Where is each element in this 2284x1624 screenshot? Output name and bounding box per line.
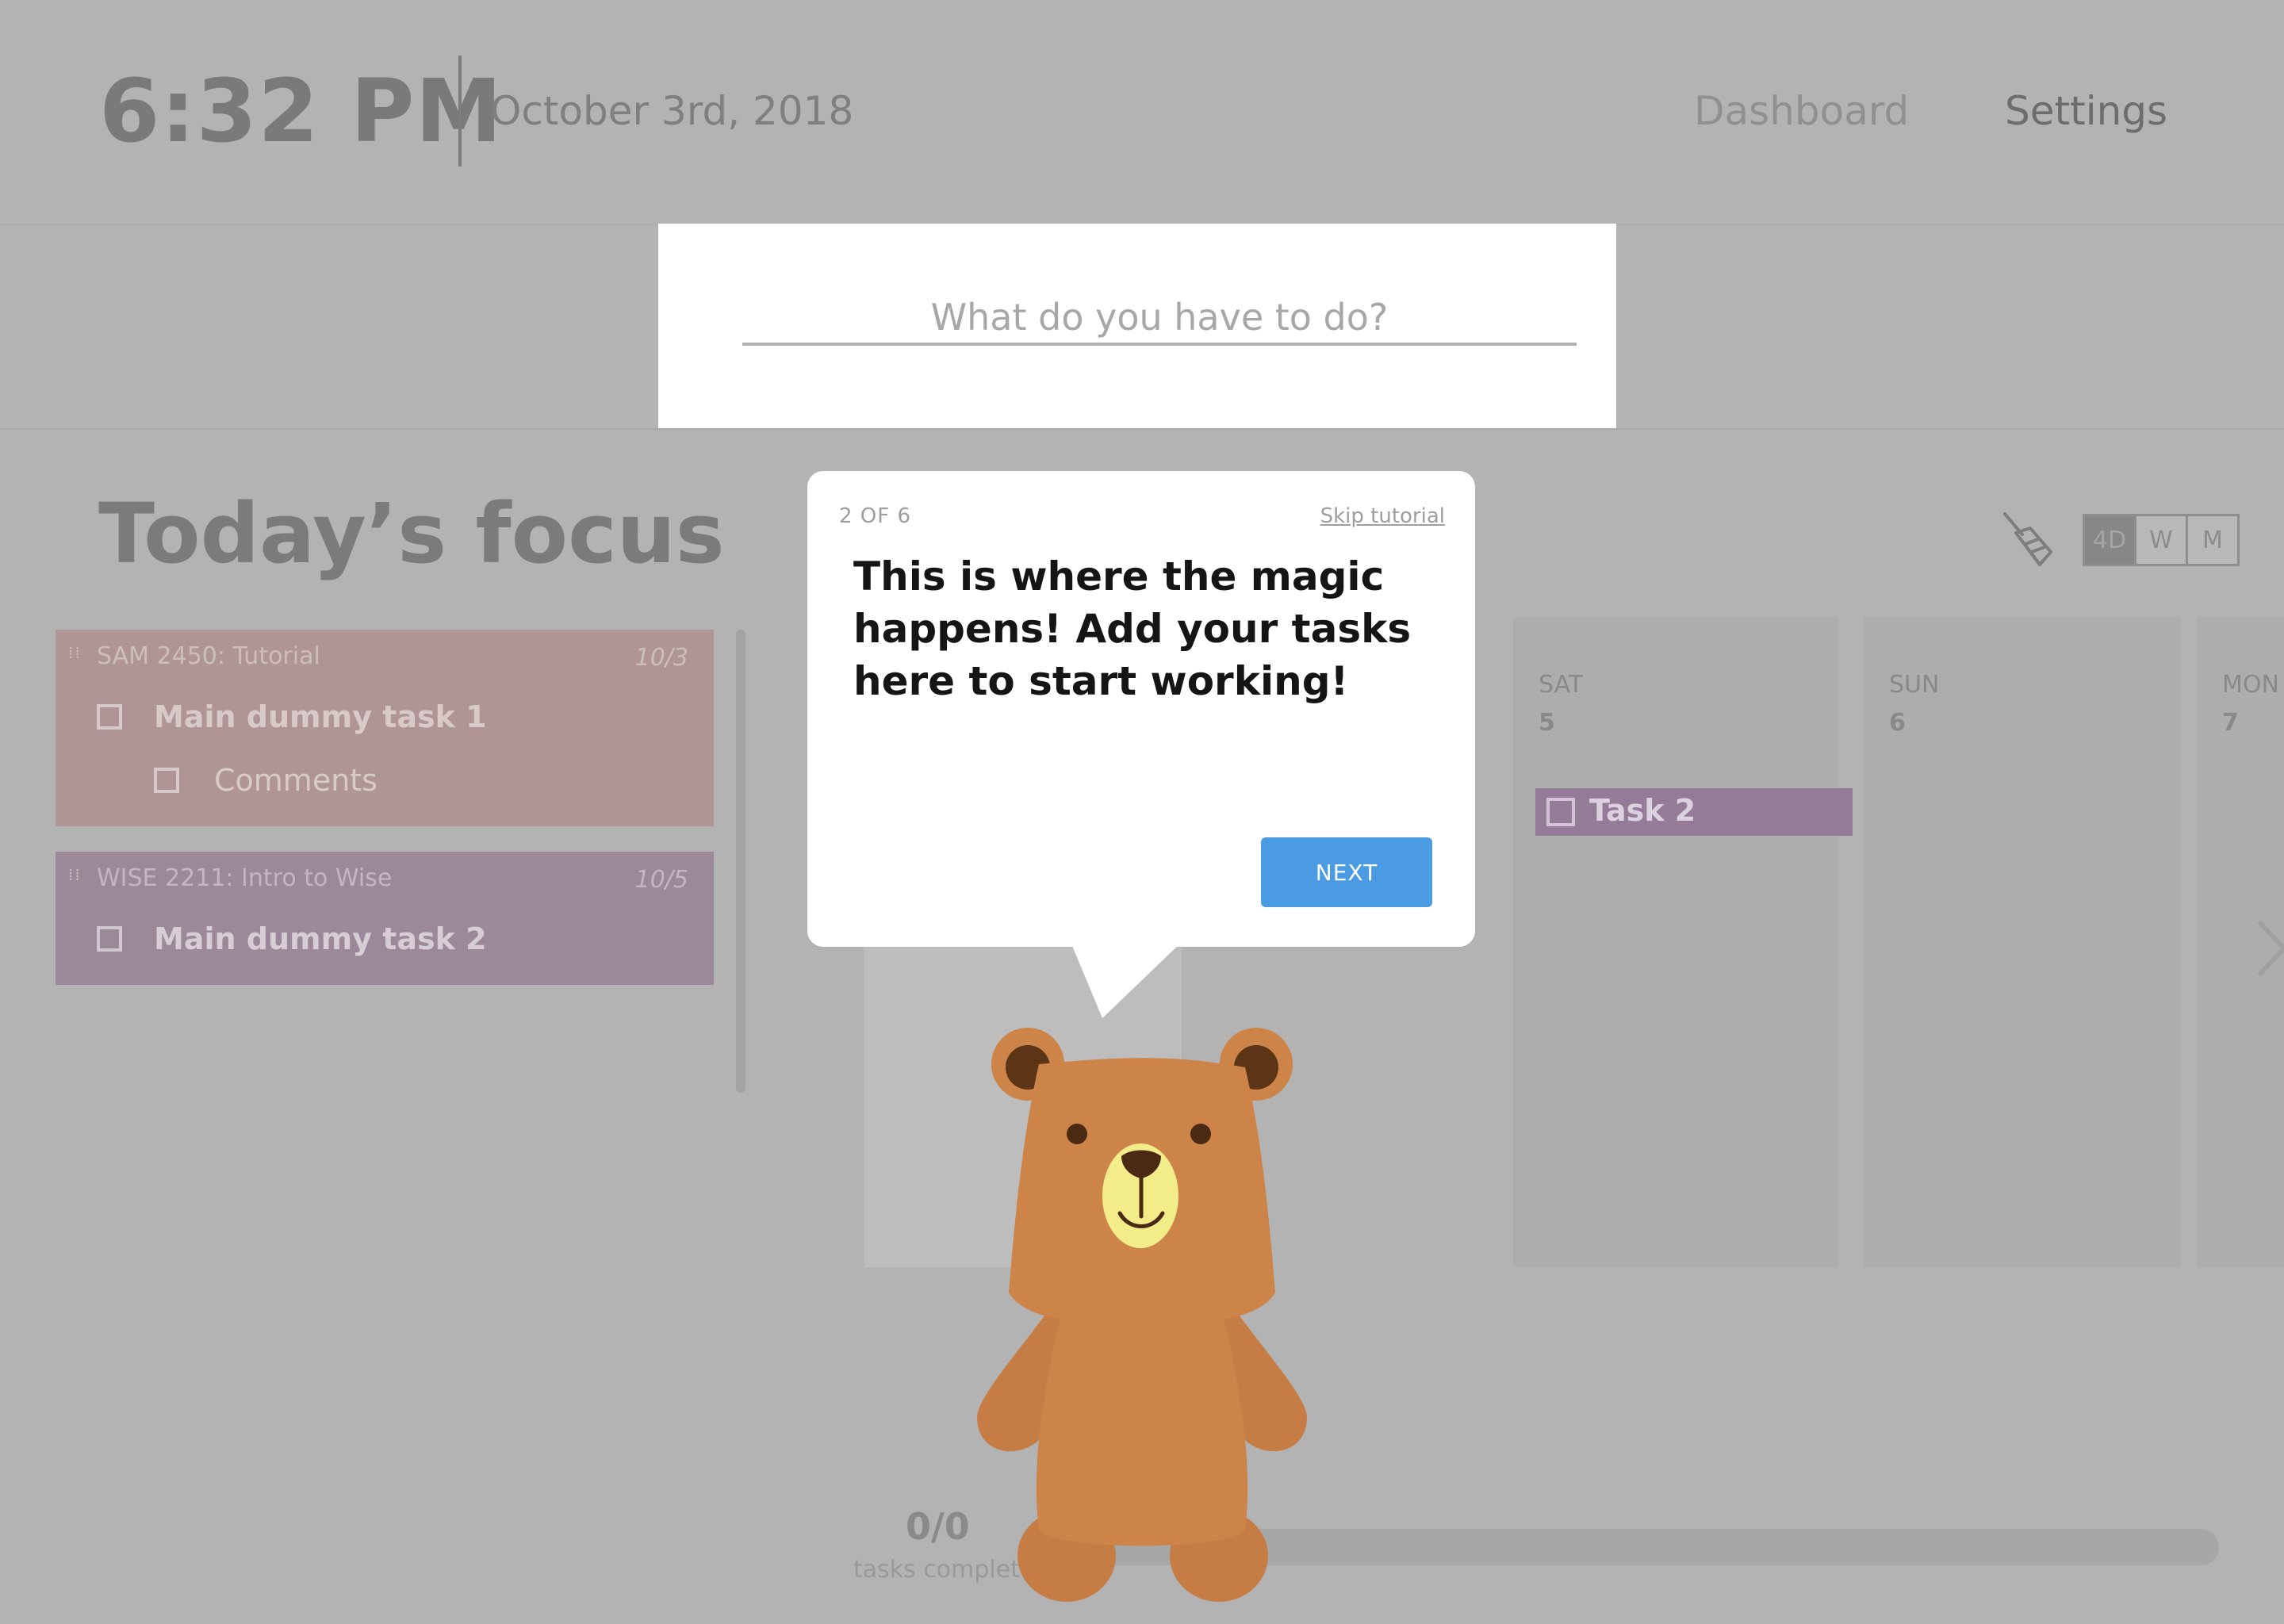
chevron-right-icon[interactable] [2249, 917, 2284, 980]
day-number: 6 [1889, 709, 1906, 737]
popover-tail [1071, 942, 1182, 1018]
nav-settings[interactable]: Settings [2005, 87, 2167, 135]
calendar-day-column[interactable]: SUN 6 [1864, 617, 2181, 1267]
focus-scrollbar[interactable] [736, 630, 745, 1093]
calendar-task-label: Task 2 [1589, 793, 1696, 828]
focus-card[interactable]: ⁞⁞ WISE 2211: Intro to Wise 10/5 Main du… [56, 852, 714, 985]
view-toggle: 4D W M [2083, 514, 2240, 566]
broom-icon[interactable] [1998, 509, 2059, 569]
card-due-date: 10/5 [634, 866, 688, 894]
task-checkbox[interactable] [97, 704, 122, 730]
bear-mascot-icon [977, 1028, 1307, 1602]
clock-time: 6:32 PM [99, 60, 503, 162]
focus-card[interactable]: ⁞⁞ SAM 2450: Tutorial 10/3 Main dummy ta… [56, 630, 714, 826]
subtask-checkbox[interactable] [154, 768, 179, 793]
task-input[interactable] [742, 292, 1577, 346]
day-name: MON [2222, 671, 2279, 699]
tutorial-message: This is where the magic happens! Add you… [853, 553, 1412, 704]
task-label[interactable]: Main dummy task 2 [154, 921, 487, 956]
nav-dashboard[interactable]: Dashboard [1694, 87, 1909, 135]
view-4d-button[interactable]: 4D [2085, 516, 2136, 564]
tutorial-popover: 2 OF 6 Skip tutorial This is where the m… [807, 471, 1475, 947]
current-date: October 3rd, 2018 [490, 88, 854, 134]
subtask-label[interactable]: Comments [214, 763, 377, 798]
drag-handle-icon[interactable]: ⁞⁞ [68, 645, 82, 672]
drag-handle-icon[interactable]: ⁞⁞ [68, 867, 82, 894]
day-number: 5 [1539, 709, 1555, 737]
tutorial-step-counter: 2 OF 6 [839, 504, 912, 528]
card-due-date: 10/3 [634, 644, 688, 672]
task-checkbox[interactable] [97, 926, 122, 952]
skip-tutorial-link[interactable]: Skip tutorial [1320, 504, 1445, 528]
task-label[interactable]: Main dummy task 1 [154, 699, 487, 734]
view-week-button[interactable]: W [2136, 516, 2188, 564]
next-button[interactable]: NEXT [1261, 837, 1432, 907]
calendar-task-checkbox[interactable] [1546, 798, 1575, 826]
day-name: SUN [1889, 671, 1940, 699]
calendar-day-column[interactable]: SAT 5 [1513, 617, 1838, 1267]
task-input-card [658, 224, 1616, 428]
calendar-task[interactable]: Task 2 [1535, 788, 1853, 836]
day-name: SAT [1539, 671, 1584, 699]
day-number: 7 [2222, 709, 2239, 737]
card-course: WISE 2211: Intro to Wise [97, 864, 393, 892]
header-divider [458, 56, 462, 167]
card-course: SAM 2450: Tutorial [97, 642, 320, 670]
view-month-button[interactable]: M [2188, 516, 2237, 564]
page-title: Today’s focus [98, 485, 725, 582]
